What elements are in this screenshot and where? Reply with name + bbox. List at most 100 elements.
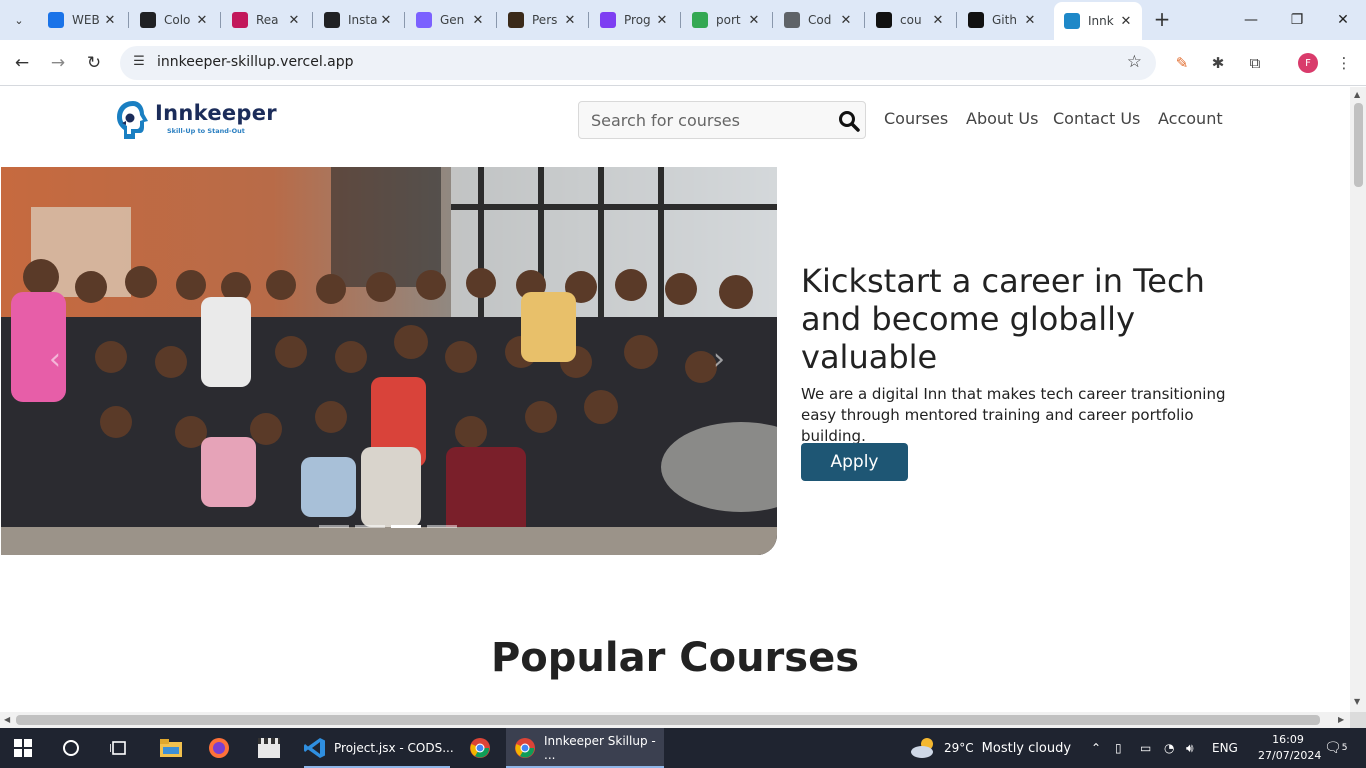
new-tab-button[interactable]: +	[1152, 8, 1172, 32]
tab-separator	[128, 12, 129, 28]
tab-close-icon[interactable]: ✕	[654, 13, 670, 28]
show-hidden-icons-chevron-icon[interactable]: ⌃	[1091, 728, 1101, 768]
carousel-indicators	[319, 525, 457, 528]
notifications-icon[interactable]: 🗨︎ 5	[1324, 728, 1348, 768]
tab-close-icon[interactable]: ✕	[378, 13, 394, 28]
carousel-dot[interactable]	[427, 525, 457, 528]
tab-separator	[312, 12, 313, 28]
extensions-puzzle-icon[interactable]: ⧉	[1244, 52, 1266, 74]
search-icon[interactable]	[837, 109, 861, 133]
browser-tab[interactable]: Innk ✕	[1054, 2, 1142, 40]
url-text[interactable]: innkeeper-skillup.vercel.app	[157, 54, 354, 70]
chrome-icon[interactable]	[458, 728, 502, 768]
browser-tab[interactable]: Gen ✕	[406, 6, 494, 34]
forward-arrow-icon[interactable]: →	[45, 50, 71, 76]
extension-pen-icon[interactable]: ✎	[1171, 52, 1193, 74]
tab-title: Gen	[440, 13, 465, 27]
site-info-icon[interactable]: ☰	[130, 54, 148, 72]
reload-icon[interactable]: ↻	[81, 50, 107, 76]
tab-title: Rea	[256, 13, 279, 27]
address-bar[interactable]: ☰ innkeeper-skillup.vercel.app ☆	[120, 46, 1156, 80]
site-logo[interactable]: Innkeeper Skill-Up to Stand-Out	[115, 99, 285, 141]
windows-start-icon[interactable]	[0, 728, 46, 768]
browser-tab[interactable]: cou ✕	[866, 6, 954, 34]
tab-close-icon[interactable]: ✕	[102, 13, 118, 28]
browser-tab[interactable]: Insta ✕	[314, 6, 402, 34]
wifi-icon[interactable]: ◔	[1164, 728, 1174, 768]
taskbar-vscode[interactable]: Project.jsx - CODS...	[296, 728, 456, 768]
carousel-dot[interactable]	[355, 525, 385, 528]
close-window-icon[interactable]: ✕	[1320, 0, 1366, 40]
carousel-dot[interactable]	[391, 525, 421, 528]
tab-close-icon[interactable]: ✕	[562, 13, 578, 28]
device-icon[interactable]: ▯	[1115, 728, 1122, 768]
browser-tab[interactable]: port ✕	[682, 6, 770, 34]
carousel-prev-icon[interactable]: ‹	[49, 342, 61, 377]
carousel-next-icon[interactable]: ›	[713, 342, 725, 377]
cortana-search-icon[interactable]	[48, 728, 94, 768]
back-arrow-icon[interactable]: ←	[9, 50, 35, 76]
tab-separator	[864, 12, 865, 28]
file-explorer-icon[interactable]	[148, 728, 194, 768]
tab-separator	[680, 12, 681, 28]
vertical-scroll-thumb[interactable]	[1354, 103, 1363, 187]
tab-close-icon[interactable]: ✕	[286, 13, 302, 28]
taskbar-chrome-innkeeper[interactable]: Innkeeper Skillup - ...	[506, 728, 664, 768]
browser-tab[interactable]: Colo ✕	[130, 6, 218, 34]
nav-courses[interactable]: Courses	[884, 109, 948, 128]
carousel-dot[interactable]	[319, 525, 349, 528]
clock[interactable]: 16:09 27/07/2024	[1258, 732, 1322, 764]
clock-date: 27/07/2024	[1258, 749, 1322, 762]
tab-close-icon[interactable]: ✕	[1118, 14, 1134, 29]
browser-tab[interactable]: Gith ✕	[958, 6, 1046, 34]
bookmark-star-icon[interactable]: ☆	[1127, 52, 1142, 72]
restore-icon[interactable]: ❐	[1274, 0, 1320, 40]
search-input[interactable]	[579, 102, 829, 138]
nav-contact-us[interactable]: Contact Us	[1053, 109, 1140, 128]
scroll-corner	[1350, 712, 1366, 728]
clapperboard-app-icon[interactable]	[246, 728, 292, 768]
tab-close-icon[interactable]: ✕	[838, 13, 854, 28]
vertical-scrollbar[interactable]: ▲ ▼	[1350, 87, 1366, 712]
scroll-left-icon[interactable]: ◀	[4, 715, 10, 724]
tab-search-chevron-icon[interactable]: ⌄	[6, 8, 32, 32]
browser-tab[interactable]: WEB ✕	[38, 6, 126, 34]
tab-title: Cod	[808, 13, 832, 27]
browser-tab[interactable]: Rea ✕	[222, 6, 310, 34]
hero-subtitle: We are a digital Inn that makes tech car…	[801, 385, 1226, 445]
language-indicator[interactable]: ENG	[1212, 728, 1238, 768]
notification-count: 5	[1341, 743, 1348, 753]
scroll-down-icon[interactable]: ▼	[1354, 697, 1360, 706]
weather-widget[interactable]: 29°C Mostly cloudy	[910, 728, 1071, 768]
logo-tagline: Skill-Up to Stand-Out	[167, 127, 245, 135]
tab-close-icon[interactable]: ✕	[1022, 13, 1038, 28]
extension-bug-icon[interactable]: ✱	[1207, 52, 1229, 74]
taskbar-chrome-label: Innkeeper Skillup - ...	[544, 734, 656, 762]
browser-tab[interactable]: Prog ✕	[590, 6, 678, 34]
popular-courses-heading: Popular Courses	[490, 635, 860, 681]
tab-strip: ⌄ WEB ✕ Colo ✕ Rea ✕ Insta ✕ Gen ✕ Pers ✕ Prog ✕ port ✕…	[0, 0, 1366, 40]
volume-icon[interactable]: 🔊︎	[1186, 728, 1194, 768]
scroll-right-icon[interactable]: ▶	[1338, 715, 1344, 724]
profile-avatar[interactable]: F	[1298, 53, 1318, 73]
nav-about-us[interactable]: About Us	[966, 109, 1038, 128]
weather-text: Mostly cloudy	[981, 740, 1072, 756]
nav-account[interactable]: Account	[1158, 109, 1223, 128]
browser-tab[interactable]: Cod ✕	[774, 6, 862, 34]
menu-dots-icon[interactable]: ⋮	[1333, 52, 1355, 74]
vscode-icon	[304, 738, 325, 758]
browser-tab[interactable]: Pers ✕	[498, 6, 586, 34]
horizontal-scroll-thumb[interactable]	[16, 715, 1320, 725]
scroll-up-icon[interactable]: ▲	[1354, 90, 1360, 99]
tab-close-icon[interactable]: ✕	[194, 13, 210, 28]
horizontal-scrollbar[interactable]: ◀ ▶	[0, 712, 1350, 728]
task-view-icon[interactable]	[96, 728, 142, 768]
firefox-icon[interactable]	[196, 728, 242, 768]
tab-close-icon[interactable]: ✕	[930, 13, 946, 28]
minimize-icon[interactable]: —	[1228, 0, 1274, 40]
logo-name: Innkeeper	[155, 101, 277, 125]
battery-icon[interactable]: ▭	[1140, 728, 1151, 768]
tab-close-icon[interactable]: ✕	[470, 13, 486, 28]
apply-button[interactable]: Apply	[801, 443, 908, 481]
tab-close-icon[interactable]: ✕	[746, 13, 762, 28]
